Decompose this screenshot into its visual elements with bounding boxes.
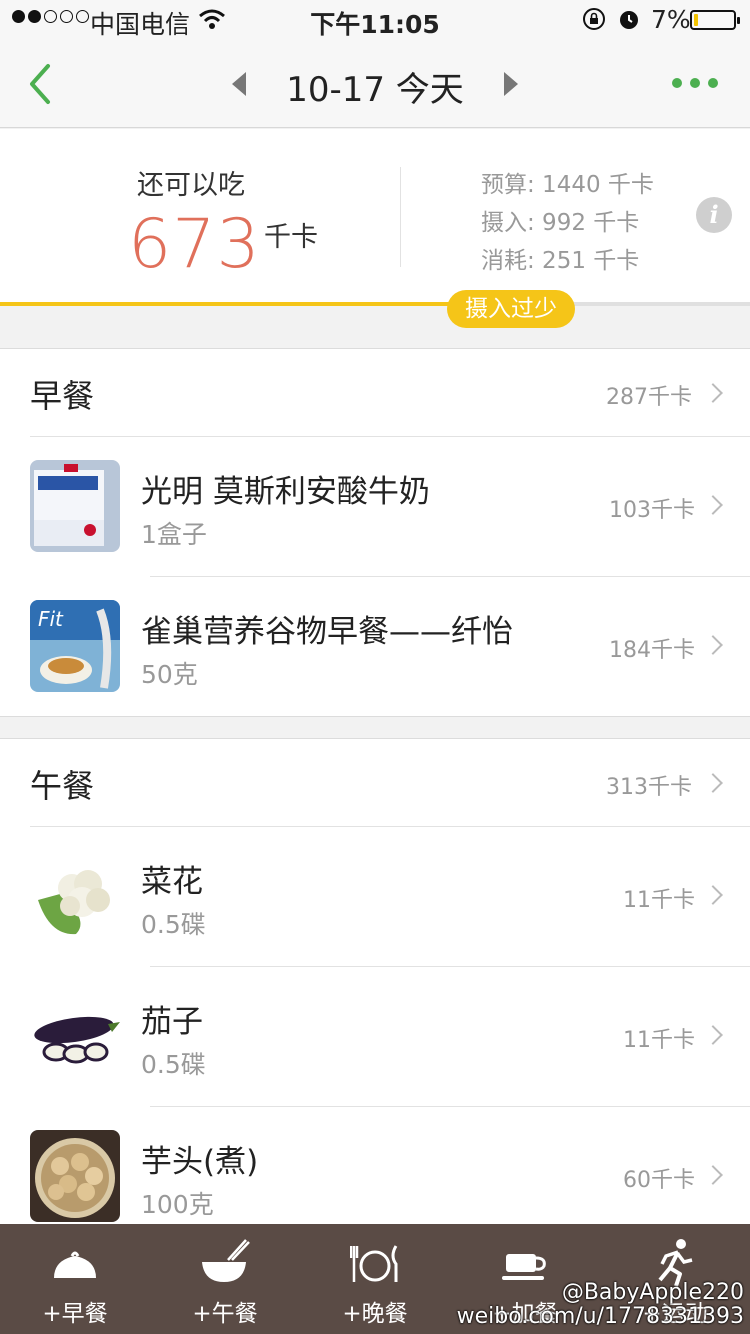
rice-bowl-icon: [202, 1239, 250, 1282]
food-kcal: 184千卡: [609, 638, 695, 663]
status-bar: 中国电信 下午11:05 7%: [0, 0, 750, 40]
breakfast-title: 早餐: [30, 377, 95, 415]
date-title[interactable]: 10-17 今天: [0, 62, 750, 111]
remaining-unit: 千卡: [264, 222, 318, 253]
svg-text:Fit: Fit: [38, 607, 64, 631]
food-quantity: 0.5碟: [141, 1050, 206, 1079]
food-quantity: 100克: [141, 1190, 214, 1219]
lunch-section: 午餐 313千卡 菜花 0.5碟 11千卡 茄子 0.5碟 11千卡 芋头(煮)…: [0, 738, 750, 1246]
add-lunch-tab[interactable]: +午餐: [150, 1224, 300, 1334]
remaining-label: 还可以吃: [137, 170, 245, 201]
food-name: 芋头(煮): [141, 1144, 259, 1180]
burned-stat: 消耗: 251 千卡: [481, 248, 640, 274]
lunch-header[interactable]: 午餐 313千卡: [0, 739, 750, 826]
bun-icon: [54, 1251, 96, 1278]
diet-log-screen: 中国电信 下午11:05 7% 10-17 今天 还可以吃 673 千卡 预算:…: [0, 0, 750, 1334]
chevron-right-icon: [703, 495, 723, 515]
food-kcal: 60千卡: [623, 1168, 695, 1193]
food-quantity: 0.5碟: [141, 910, 206, 939]
yogurt-box-icon: [30, 460, 120, 552]
chevron-right-icon: [703, 1025, 723, 1045]
alarm-icon: [620, 11, 638, 29]
breakfast-section: 早餐 287千卡 光明 莫斯利安酸牛奶 1盒子 103千卡 Fit 雀巢营养谷物…: [0, 348, 750, 717]
plate-cutlery-icon: [350, 1245, 398, 1282]
remaining-calories: 673: [128, 205, 261, 284]
food-quantity: 50克: [141, 660, 198, 689]
intake-status-badge: 摄入过少: [447, 290, 575, 328]
chevron-right-icon: [703, 635, 723, 655]
cauliflower-icon: [30, 850, 120, 942]
food-name: 雀巢营养谷物早餐——纤怡: [141, 614, 513, 650]
chevron-right-icon: [703, 1165, 723, 1185]
cereal-box-icon: Fit: [30, 600, 120, 692]
intake-stat: 摄入: 992 千卡: [481, 210, 640, 236]
lunch-title: 午餐: [30, 767, 95, 805]
eggplant-icon: [30, 990, 120, 1082]
watermark-url: weibo.com/u/1778331393: [456, 1304, 744, 1329]
taro-bowl-icon: [30, 1130, 120, 1222]
chevron-right-icon: [703, 885, 723, 905]
intake-progress-bar: [0, 302, 750, 306]
breakfast-header[interactable]: 早餐 287千卡: [0, 349, 750, 436]
food-item-cauliflower[interactable]: 菜花 0.5碟 11千卡: [0, 826, 750, 966]
food-kcal: 103千卡: [609, 498, 695, 523]
chevron-right-icon: [703, 383, 723, 403]
food-name: 茄子: [141, 1004, 203, 1040]
food-item-cereal[interactable]: Fit 雀巢营养谷物早餐——纤怡 50克 184千卡: [0, 576, 750, 716]
food-item-eggplant[interactable]: 茄子 0.5碟 11千卡: [0, 966, 750, 1106]
tab-label: +午餐: [192, 1301, 258, 1327]
summary-divider: [400, 167, 401, 267]
budget-stat: 预算: 1440 千卡: [481, 172, 654, 198]
food-quantity: 1盒子: [141, 520, 207, 549]
lunch-total-kcal: 313千卡: [606, 775, 692, 800]
food-name: 菜花: [141, 864, 203, 900]
breakfast-total-kcal: 287千卡: [606, 385, 692, 410]
watermark-handle: @BabyApple220: [561, 1280, 744, 1305]
battery-icon: [690, 10, 740, 30]
add-breakfast-tab[interactable]: +早餐: [0, 1224, 150, 1334]
info-icon[interactable]: i: [696, 197, 732, 233]
more-options-icon[interactable]: [672, 78, 718, 88]
weibo-watermark: @BabyApple220 weibo.com/u/1778331393: [457, 1280, 750, 1334]
add-dinner-tab[interactable]: +晚餐: [300, 1224, 450, 1334]
tab-label: +早餐: [42, 1301, 108, 1327]
food-name: 光明 莫斯利安酸牛奶: [141, 474, 430, 510]
battery-percent: 7%: [651, 5, 691, 34]
food-item-yogurt[interactable]: 光明 莫斯利安酸牛奶 1盒子 103千卡: [0, 436, 750, 576]
food-kcal: 11千卡: [623, 1028, 695, 1053]
navigation-bar: 10-17 今天: [0, 40, 750, 128]
next-day-arrow-icon[interactable]: [504, 72, 518, 96]
rotation-lock-icon: [583, 8, 605, 30]
chevron-right-icon: [703, 773, 723, 793]
tab-label: +晚餐: [342, 1301, 408, 1327]
calorie-summary: 还可以吃 673 千卡 预算: 1440 千卡 摄入: 992 千卡 消耗: 2…: [0, 129, 750, 306]
food-kcal: 11千卡: [623, 888, 695, 913]
